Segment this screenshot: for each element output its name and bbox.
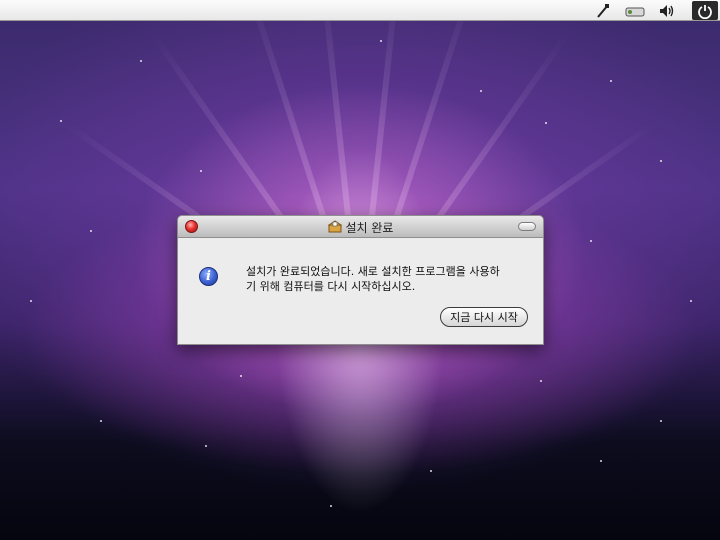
star (540, 380, 542, 382)
star (90, 230, 92, 232)
star (100, 420, 102, 422)
star (240, 375, 242, 377)
network-cable-icon[interactable] (592, 1, 614, 20)
star (205, 445, 207, 447)
star (140, 60, 142, 62)
star (430, 470, 432, 472)
dialog-title-group: 설치 완료 (178, 216, 543, 238)
volume-icon[interactable] (656, 1, 678, 20)
menu-bar (0, 0, 720, 21)
star (660, 160, 662, 162)
info-icon: i (199, 267, 218, 286)
installer-box-icon (326, 218, 343, 237)
install-complete-dialog: 설치 완료 i 설치가 완료되었습니다. 새로 설치한 프로그램을 사용하 기 … (177, 215, 544, 345)
toolbar-toggle-button[interactable] (518, 222, 536, 231)
drive-icon[interactable] (622, 1, 648, 20)
star (545, 122, 547, 124)
star (590, 240, 592, 242)
star (60, 120, 62, 122)
star (330, 505, 332, 507)
dialog-title: 설치 완료 (345, 220, 394, 235)
dialog-message: 설치가 완료되었습니다. 새로 설치한 프로그램을 사용하 기 위해 컴퓨터를 … (246, 265, 500, 293)
star (690, 300, 692, 302)
power-icon[interactable] (692, 1, 718, 20)
star (600, 460, 602, 462)
star (480, 90, 482, 92)
star (660, 420, 662, 422)
dialog-titlebar[interactable]: 설치 완료 (178, 216, 543, 238)
star (200, 170, 202, 172)
restart-now-button[interactable]: 지금 다시 시작 (440, 307, 528, 327)
star (610, 80, 612, 82)
star (380, 40, 382, 42)
star (30, 300, 32, 302)
desktop-wallpaper: 설치 완료 i 설치가 완료되었습니다. 새로 설치한 프로그램을 사용하 기 … (0, 0, 720, 540)
